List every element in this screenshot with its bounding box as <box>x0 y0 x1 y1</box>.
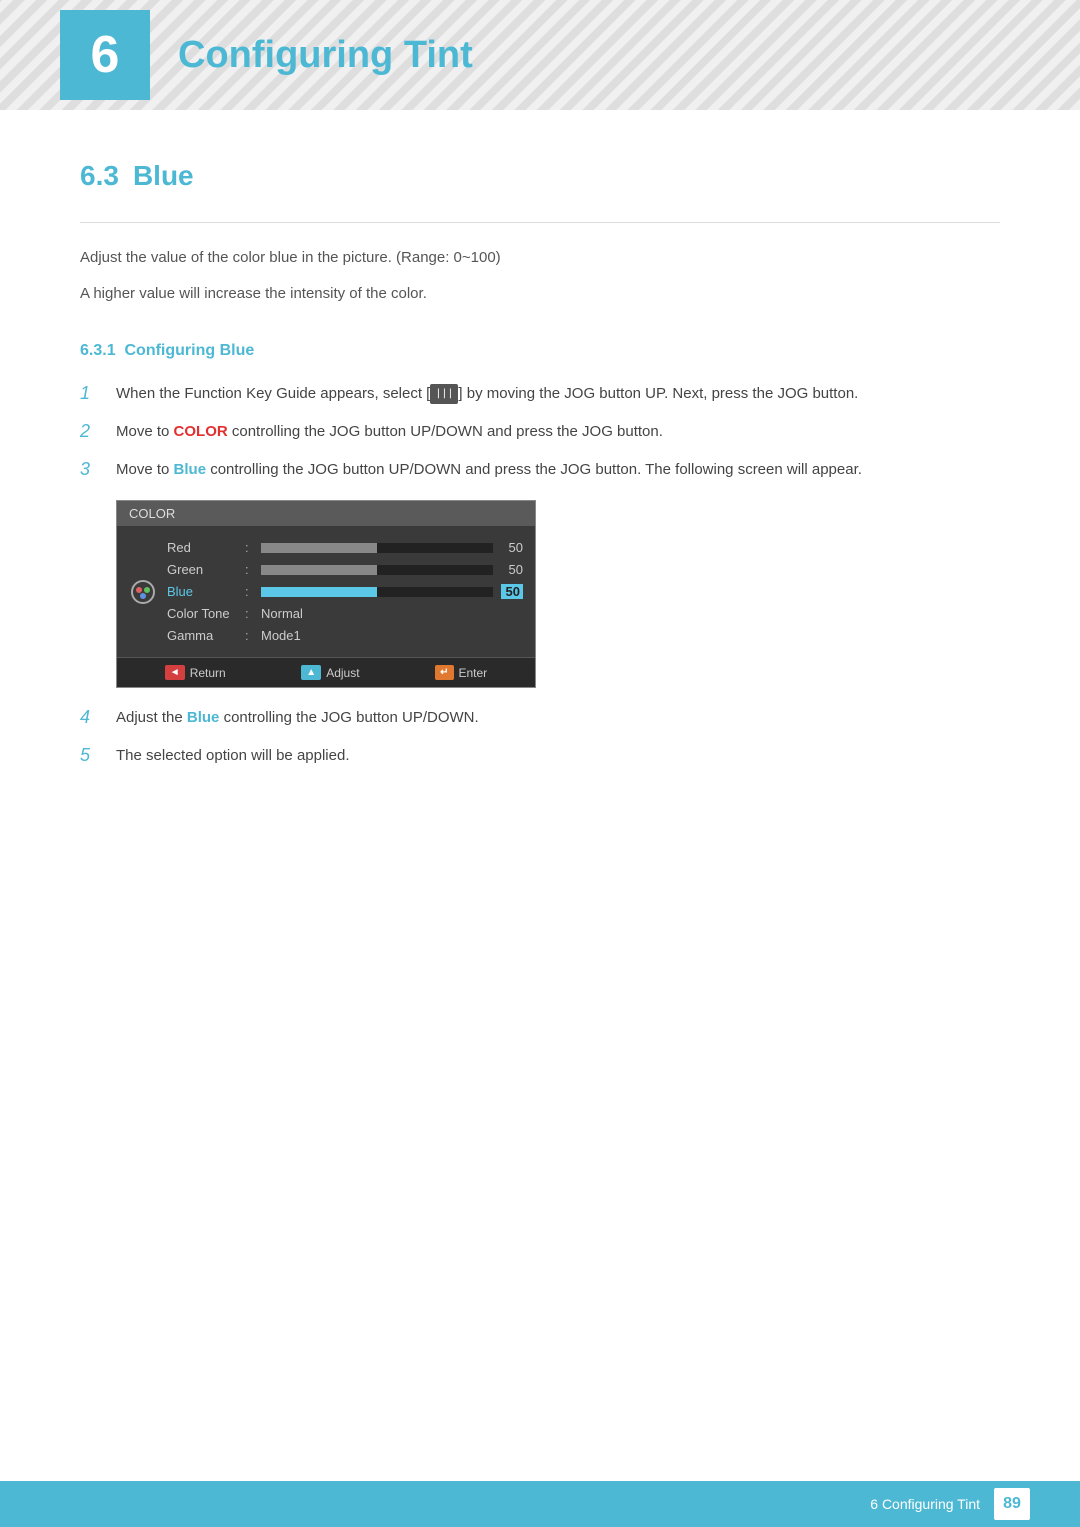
color-keyword: COLOR <box>174 423 228 440</box>
enter-label: Enter <box>459 666 488 680</box>
step-number-4: 4 <box>80 707 100 728</box>
step-number-1: 1 <box>80 383 100 404</box>
chapter-number-box: 6 <box>60 10 150 100</box>
main-content: 6.3 Blue Adjust the value of the color b… <box>0 110 1080 862</box>
color-menu-container: COLOR Red : <box>116 500 1000 688</box>
adjust-icon: ▲ <box>301 665 321 680</box>
color-row-green: Green : 50 <box>167 562 523 577</box>
subsection-number: 6.3.1 <box>80 342 116 359</box>
row-label-gamma: Gamma <box>167 628 237 643</box>
footer-enter: ↵ Enter <box>435 665 487 680</box>
row-label-red: Red <box>167 540 237 555</box>
steps-list-2: 4 Adjust the Blue controlling the JOG bu… <box>80 706 1000 768</box>
bar-fill-blue <box>261 587 377 597</box>
step-number-3: 3 <box>80 459 100 480</box>
row-label-green: Green <box>167 562 237 577</box>
step-text-4: Adjust the Blue controlling the JOG butt… <box>116 706 479 730</box>
subsection-heading: 6.3.1 Configuring Blue <box>80 342 1000 360</box>
bar-green <box>261 565 493 575</box>
color-row-colortone: Color Tone : Normal <box>167 606 523 621</box>
footer-text: 6 Configuring Tint <box>870 1496 980 1512</box>
color-menu: COLOR Red : <box>116 500 536 688</box>
row-label-blue: Blue <box>167 584 237 599</box>
step-text-3: Move to Blue controlling the JOG button … <box>116 458 862 482</box>
list-item: 5 The selected option will be applied. <box>80 744 1000 768</box>
bar-fill-green <box>261 565 377 575</box>
steps-list: 1 When the Function Key Guide appears, s… <box>80 382 1000 482</box>
step-text-2: Move to COLOR controlling the JOG button… <box>116 420 663 444</box>
list-item: 2 Move to COLOR controlling the JOG butt… <box>80 420 1000 444</box>
color-menu-icon <box>129 540 157 643</box>
page-number: 89 <box>994 1488 1030 1520</box>
color-menu-body: Red : 50 Green : 50 <box>117 526 535 657</box>
desc1: Adjust the value of the color blue in th… <box>80 245 1000 271</box>
section-heading: 6.3 Blue <box>80 160 1000 192</box>
value-colortone: Normal <box>261 606 303 621</box>
footer-return: ◄ Return <box>165 665 226 680</box>
list-item: 4 Adjust the Blue controlling the JOG bu… <box>80 706 1000 730</box>
divider <box>80 222 1000 223</box>
color-menu-title: COLOR <box>117 501 535 526</box>
blue-keyword-4: Blue <box>187 709 220 726</box>
return-label: Return <box>190 666 226 680</box>
adjust-label: Adjust <box>326 666 359 680</box>
header-banner: 6 Configuring Tint <box>0 0 1080 110</box>
bar-fill-red <box>261 543 377 553</box>
bar-blue <box>261 587 493 597</box>
section-label: Blue <box>133 160 194 192</box>
value-green: 50 <box>501 562 523 577</box>
value-blue: 50 <box>501 584 523 599</box>
page-footer: 6 Configuring Tint 89 <box>0 1481 1080 1527</box>
desc2: A higher value will increase the intensi… <box>80 281 1000 307</box>
list-item: 1 When the Function Key Guide appears, s… <box>80 382 1000 406</box>
step-number-2: 2 <box>80 421 100 442</box>
color-row-blue: Blue : 50 <box>167 584 523 599</box>
value-gamma: Mode1 <box>261 628 301 643</box>
color-menu-rows: Red : 50 Green : 50 <box>167 540 523 643</box>
step-number-5: 5 <box>80 745 100 766</box>
step-text-1: When the Function Key Guide appears, sel… <box>116 382 858 406</box>
key-icon: ||| <box>430 384 458 404</box>
blue-keyword-3: Blue <box>174 461 207 478</box>
step-text-5: The selected option will be applied. <box>116 744 349 768</box>
color-menu-footer: ◄ Return ▲ Adjust ↵ Enter <box>117 657 535 687</box>
subsection-label: Configuring Blue <box>124 342 254 359</box>
section-number: 6.3 <box>80 160 119 192</box>
list-item: 3 Move to Blue controlling the JOG butto… <box>80 458 1000 482</box>
return-icon: ◄ <box>165 665 185 680</box>
footer-adjust: ▲ Adjust <box>301 665 359 680</box>
chapter-number: 6 <box>91 25 120 85</box>
color-row-red: Red : 50 <box>167 540 523 555</box>
row-label-colortone: Color Tone <box>167 606 237 621</box>
color-row-gamma: Gamma : Mode1 <box>167 628 523 643</box>
page-title: Configuring Tint <box>178 34 473 77</box>
bar-red <box>261 543 493 553</box>
value-red: 50 <box>501 540 523 555</box>
enter-icon: ↵ <box>435 665 453 680</box>
